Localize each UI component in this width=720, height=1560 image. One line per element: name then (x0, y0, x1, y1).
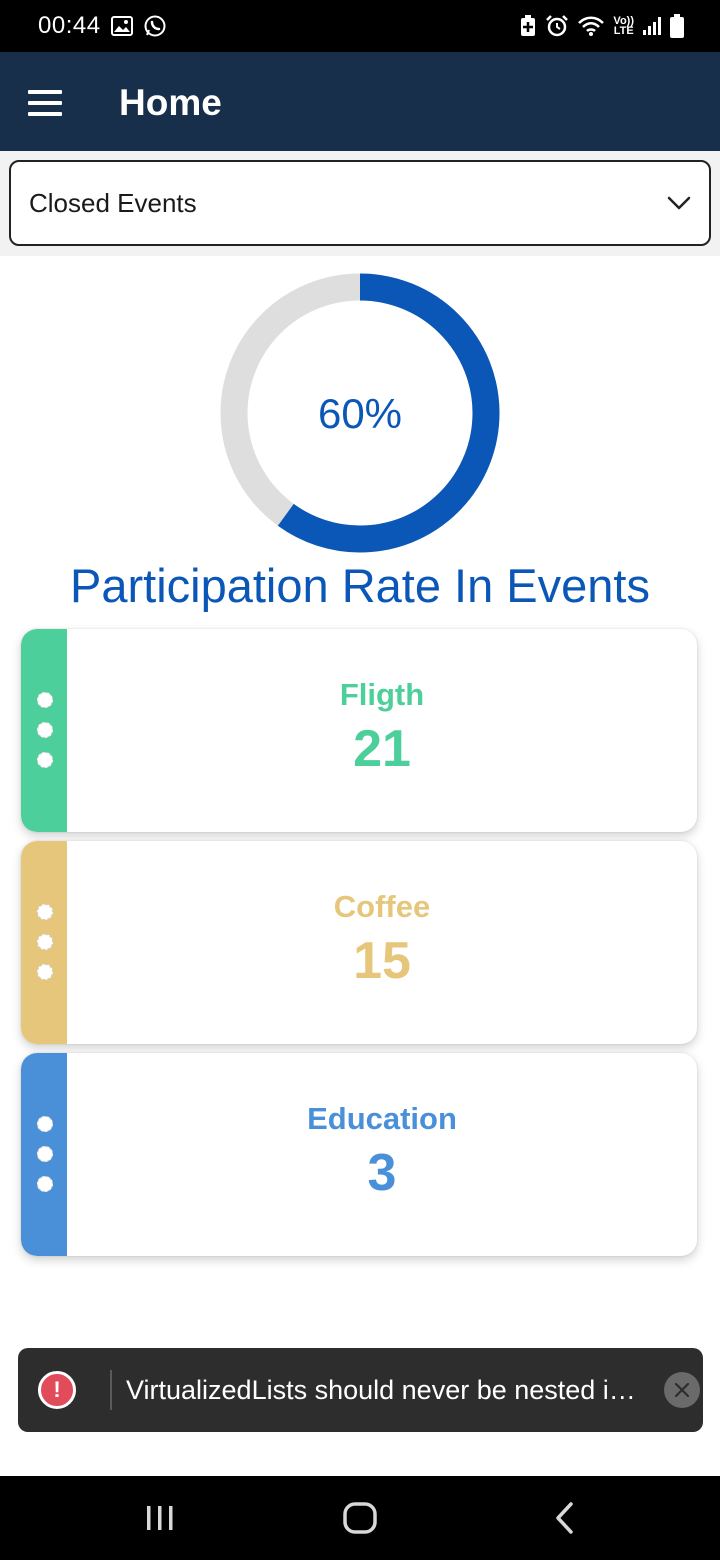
alarm-icon (545, 14, 569, 38)
toast-message: VirtualizedLists should never be nested … (126, 1375, 646, 1405)
filter-area: Closed Events (0, 151, 720, 256)
page-title: Home (119, 82, 222, 123)
chevron-down-icon (667, 196, 691, 210)
dropdown-selected-value: Closed Events (29, 187, 197, 218)
error-icon: ! (38, 1371, 76, 1409)
status-left: 00:44 (38, 12, 167, 40)
wifi-icon (577, 15, 605, 37)
lte-indicator: Vo)) LTE (613, 16, 634, 37)
participation-title: Participation Rate In Events (70, 559, 650, 612)
status-bar: 00:44 Vo)) LTE (0, 0, 720, 52)
battery-icon (670, 14, 684, 38)
gallery-icon (110, 16, 133, 36)
event-filter-dropdown[interactable]: Closed Events (9, 160, 711, 246)
lte-bottom: LTE (613, 25, 634, 37)
category-card-flight[interactable]: Fligth 21 (21, 629, 697, 832)
card-content: Fligth 21 (67, 629, 697, 832)
category-name: Education (307, 1100, 457, 1136)
back-icon[interactable] (524, 1476, 604, 1560)
toast-divider (110, 1370, 112, 1410)
whatsapp-icon (143, 14, 167, 38)
category-card-coffee[interactable]: Coffee 15 (21, 841, 697, 1044)
category-count: 3 (367, 1143, 397, 1202)
category-name: Fligth (339, 676, 425, 712)
category-count: 15 (353, 931, 411, 990)
category-card-education[interactable]: Education 3 (21, 1053, 697, 1256)
status-time: 00:44 (38, 12, 101, 39)
card-content: Education 3 (67, 1053, 697, 1256)
system-nav-bar (0, 1476, 720, 1560)
status-right: Vo)) LTE (519, 14, 684, 38)
app-bar: Home (0, 52, 720, 151)
close-icon[interactable] (664, 1372, 700, 1408)
participation-percent: 60% (317, 390, 403, 437)
signal-icon (642, 16, 662, 36)
card-dots-icon (37, 692, 53, 768)
card-dots-icon (37, 1116, 53, 1192)
recent-apps-icon[interactable] (120, 1476, 200, 1560)
error-toast[interactable]: ! VirtualizedLists should never be neste… (18, 1348, 703, 1432)
category-count: 21 (353, 719, 411, 778)
home-icon[interactable] (320, 1476, 400, 1560)
card-content: Coffee 15 (67, 841, 697, 1044)
battery-saver-icon (519, 15, 537, 37)
card-dots-icon (37, 904, 53, 980)
category-name: Coffee (333, 888, 431, 924)
hamburger-menu-icon[interactable] (28, 90, 62, 116)
